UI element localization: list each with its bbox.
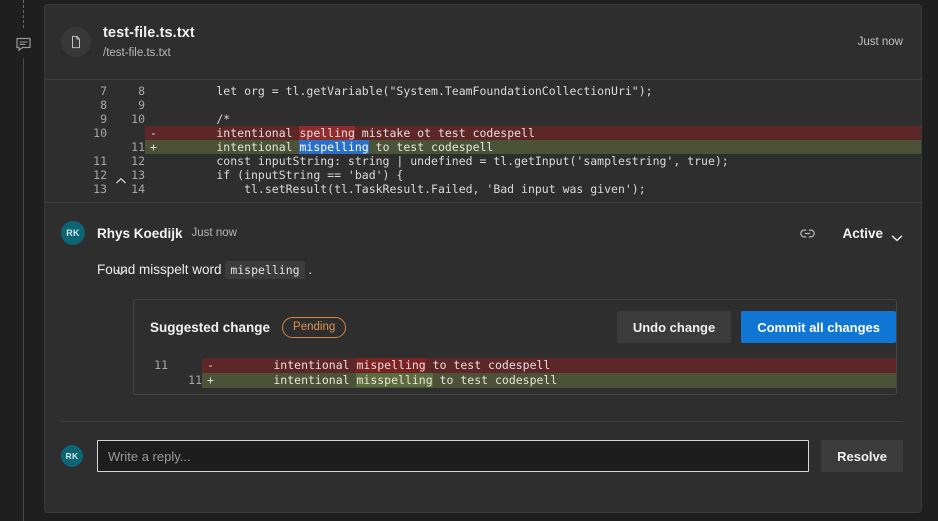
diff-line-number-new xyxy=(107,126,145,140)
suggested-change-card: Suggested change Pending Undo change Com… xyxy=(133,299,897,395)
diff-line-number-new: 10 xyxy=(131,112,145,126)
diff-code: if (inputString == 'bad') { xyxy=(161,168,404,182)
comment-author: Rhys Koedijk xyxy=(97,225,183,241)
suggested-change-actions: Undo change Commit all changes xyxy=(616,311,896,343)
code-diff: 78 let org = tl.getVariable("System.Team… xyxy=(45,80,921,276)
link-icon[interactable] xyxy=(799,225,816,242)
diff-code: intentional mispelling to test codespell xyxy=(214,358,896,373)
diff-sign xyxy=(145,182,157,196)
resolve-button[interactable]: Resolve xyxy=(821,440,903,472)
diff-row: 11 + intentional mispelling to test codes… xyxy=(45,140,921,154)
diff-line-number-old: 9 xyxy=(100,112,107,126)
file-name: test-file.ts.txt xyxy=(103,24,195,41)
chevron-down-icon[interactable] xyxy=(113,264,129,280)
diff-code: intentional spelling mistake ot test cod… xyxy=(157,126,921,140)
diff-code: let org = tl.getVariable("System.TeamFou… xyxy=(161,84,653,98)
reply-input[interactable] xyxy=(97,440,810,472)
word-highlight: misspelling xyxy=(356,373,433,387)
comment-header: RK Rhys Koedijk Just now Active xyxy=(61,221,903,245)
diff-code xyxy=(157,98,921,112)
diff-row: 13 14 tl.setResult(tl.TaskResult.Failed, … xyxy=(45,182,921,196)
comment-block: RK Rhys Koedijk Just now Active Found mi… xyxy=(45,203,921,422)
diff-sign: + xyxy=(145,140,157,154)
suggestion-diff: 11- intentional mispelling to test codes… xyxy=(134,354,896,394)
diff-line-number-old: 7 xyxy=(100,84,107,98)
diff-row: 89 xyxy=(45,98,921,112)
diff-sign xyxy=(145,168,157,182)
file-path: /test-file.ts.txt xyxy=(103,46,171,59)
comment-body: Found misspelt word mispelling . xyxy=(97,261,903,279)
commit-all-changes-button[interactable]: Commit all changes xyxy=(741,311,896,343)
thread-line-solid xyxy=(23,58,24,521)
diff-line-number-old: 8 xyxy=(100,98,107,112)
diff-line-number-new: 8 xyxy=(138,84,145,98)
status-label: Active xyxy=(842,225,883,241)
diff-row: 11 + intentional misspelling to test code… xyxy=(134,373,896,388)
diff-line-number-new xyxy=(168,358,202,373)
diff-code: const inputString: string | undefined = … xyxy=(161,154,729,168)
diff-row: 12 13 if (inputString == 'bad') { xyxy=(45,168,921,182)
diff-line-number-old: 11 xyxy=(154,358,168,372)
comment-thread-panel: test-file.ts.txt /test-file.ts.txt Just … xyxy=(44,4,922,513)
diff-line-number-new: 12 xyxy=(131,154,145,168)
word-highlight: spelling xyxy=(299,126,355,140)
diff-code: /* xyxy=(161,112,231,126)
diff-line-number-old: 10 xyxy=(93,126,107,140)
comment-text-after: . xyxy=(308,262,313,277)
diff-code: tl.setResult(tl.TaskResult.Failed, 'Bad … xyxy=(161,182,646,196)
avatar: RK xyxy=(61,221,85,245)
diff-line-number-old: 13 xyxy=(93,182,107,196)
diff-sign xyxy=(145,84,157,98)
thread-line-dotted xyxy=(23,0,24,28)
word-highlight: mispelling xyxy=(299,140,369,154)
diff-row-list: 78 let org = tl.getVariable("System.Team… xyxy=(45,84,921,196)
diff-sign: - xyxy=(145,126,157,140)
diff-row: 10 - intentional spelling mistake ot test… xyxy=(45,126,921,140)
comment-timestamp: Just now xyxy=(191,227,237,239)
diff-line-number-old xyxy=(45,140,107,154)
diff-code: intentional mispelling to test codespell xyxy=(157,140,921,154)
thread-rail xyxy=(0,0,44,521)
diff-sign: - xyxy=(202,358,214,373)
diff-line-number-old: 11 xyxy=(93,154,107,168)
diff-sign xyxy=(145,98,157,112)
undo-change-button[interactable]: Undo change xyxy=(616,311,732,343)
suggested-change-title: Suggested change xyxy=(150,319,271,335)
chevron-up-icon[interactable] xyxy=(113,173,129,189)
chevron-down-icon xyxy=(891,229,903,242)
reply-row: RK Resolve xyxy=(45,422,921,472)
comment-thread-screen: test-file.ts.txt /test-file.ts.txt Just … xyxy=(0,0,938,521)
diff-row: 11 12 const inputString: string | undefin… xyxy=(45,154,921,168)
diff-row: 7 8 let org = tl.getVariable("System.Team… xyxy=(45,84,921,98)
diff-sign xyxy=(145,112,157,126)
word-highlight: mispelling xyxy=(356,358,426,372)
file-timestamp: Just now xyxy=(857,36,903,48)
comment-inline-code: mispelling xyxy=(225,261,305,279)
suggestion-diff-row-list: 11- intentional mispelling to test codes… xyxy=(134,358,896,388)
diff-row: 9 10 /* xyxy=(45,112,921,126)
diff-row: 11 - intentional mispelling to test codes… xyxy=(134,358,896,373)
status-dropdown[interactable]: Active xyxy=(842,225,903,242)
status-badge: Pending xyxy=(282,316,347,338)
diff-line-number-old xyxy=(134,373,168,388)
diff-line-number-new: 11 xyxy=(131,140,145,154)
diff-line-number-new: 11 xyxy=(188,373,202,387)
comment-bubble-icon[interactable] xyxy=(15,36,32,53)
diff-code: intentional misspelling to test codespel… xyxy=(214,373,896,388)
avatar: RK xyxy=(61,445,83,467)
file-icon xyxy=(61,27,91,57)
file-header: test-file.ts.txt /test-file.ts.txt Just … xyxy=(45,5,921,79)
diff-sign xyxy=(145,154,157,168)
diff-line-number-new: 9 xyxy=(138,98,145,112)
suggested-change-header: Suggested change Pending Undo change Com… xyxy=(134,300,896,354)
diff-line-number-old: 12 xyxy=(93,168,107,182)
diff-sign: + xyxy=(202,373,214,388)
